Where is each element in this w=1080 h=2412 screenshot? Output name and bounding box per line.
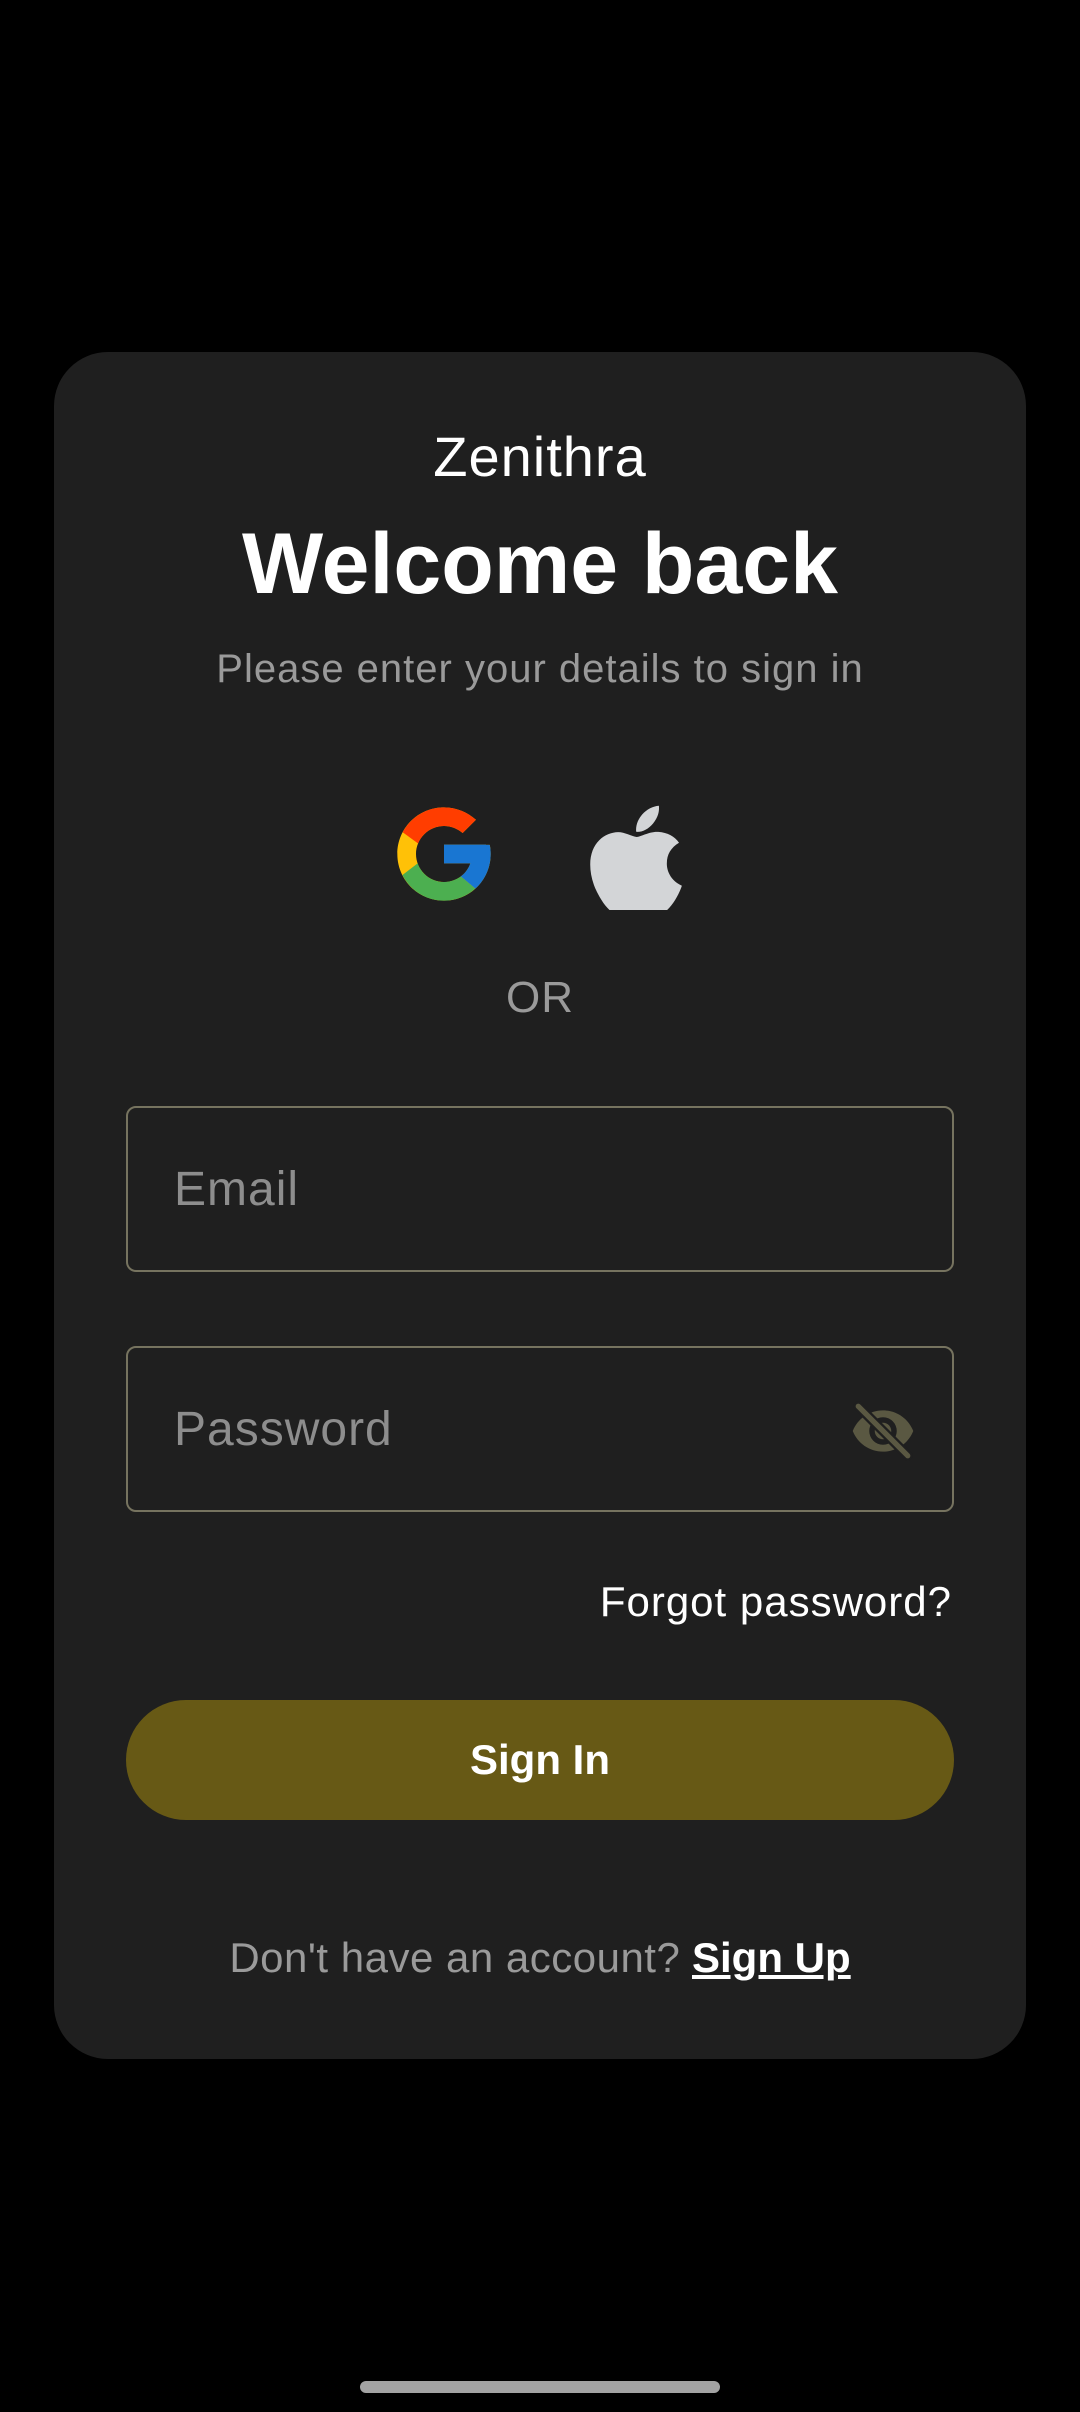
password-input[interactable] xyxy=(174,1348,854,1510)
email-input[interactable] xyxy=(174,1108,854,1270)
sign-up-link[interactable]: Sign Up xyxy=(692,1934,851,1981)
eye-off-icon[interactable] xyxy=(848,1398,918,1464)
signup-row: Don't have an account? Sign Up xyxy=(0,1934,1080,1982)
apple-logo-icon xyxy=(590,805,682,910)
brand-name: Zenithra xyxy=(433,425,647,488)
page-subtitle: Please enter your details to sign in xyxy=(216,647,864,691)
password-field[interactable] xyxy=(126,1346,954,1512)
forgot-password-link[interactable]: Forgot password? xyxy=(600,1578,952,1626)
google-sign-in-button[interactable] xyxy=(386,796,502,912)
apple-sign-in-button[interactable] xyxy=(578,796,694,912)
email-field[interactable] xyxy=(126,1106,954,1272)
signup-prompt: Don't have an account? xyxy=(229,1934,681,1981)
sign-in-button[interactable]: Sign In xyxy=(126,1700,954,1820)
page-title: Welcome back xyxy=(242,516,838,612)
google-logo-icon xyxy=(397,807,491,901)
home-indicator[interactable] xyxy=(360,2381,720,2393)
or-divider: OR xyxy=(506,973,574,1022)
